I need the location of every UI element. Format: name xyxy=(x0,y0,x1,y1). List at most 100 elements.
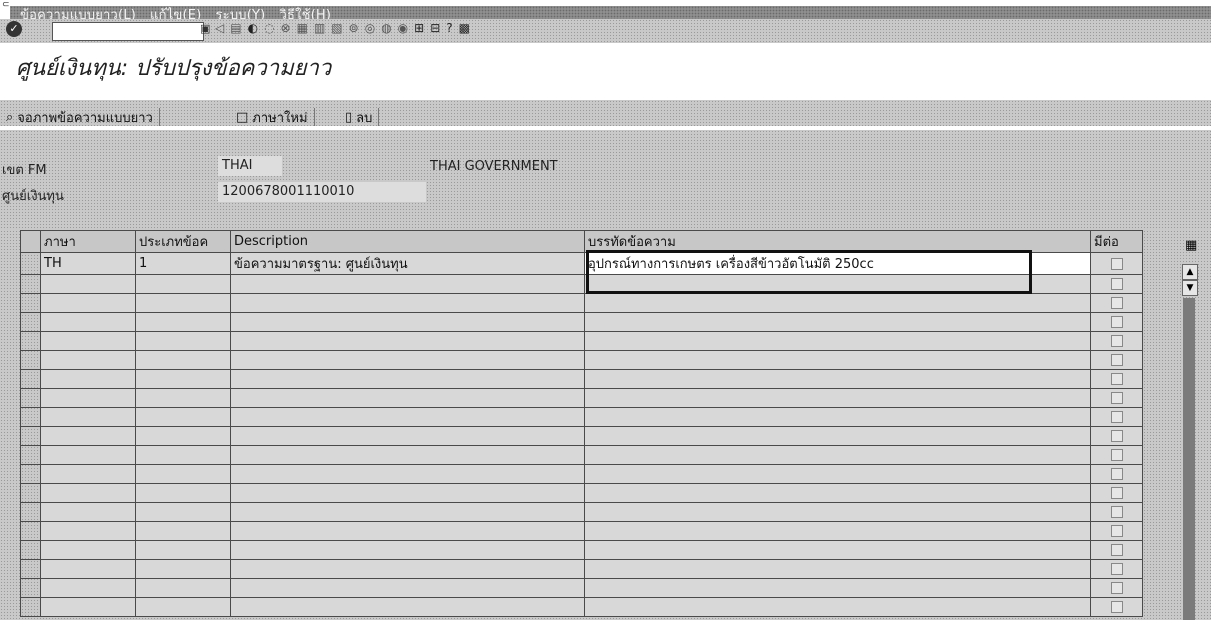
cancel-icon[interactable]: ⊗ xyxy=(281,21,291,35)
text-line-cell[interactable] xyxy=(584,502,1091,522)
row-selector[interactable] xyxy=(20,369,41,389)
find-icon[interactable]: ▥ xyxy=(314,21,325,35)
last-page-icon[interactable]: ◉ xyxy=(398,21,408,35)
row-selector[interactable] xyxy=(20,559,41,579)
new-language-button[interactable]: □ ภาษาใหม่ xyxy=(236,108,315,126)
column-header[interactable]: Description xyxy=(230,230,585,253)
command-field[interactable] xyxy=(52,22,204,41)
delete-button[interactable]: ▯ ลบ xyxy=(345,108,380,126)
command-history-icon[interactable]: ▣ xyxy=(200,22,210,35)
table-row-empty xyxy=(20,426,1143,446)
continued-checkbox[interactable] xyxy=(1110,373,1123,385)
text-line-cell[interactable] xyxy=(584,407,1091,427)
enter-icon[interactable]: ✓ xyxy=(6,21,22,37)
row-selector[interactable] xyxy=(20,597,41,617)
text-line-cell[interactable] xyxy=(584,559,1091,579)
continued-cell xyxy=(1090,559,1143,579)
text-line-cell[interactable] xyxy=(584,578,1091,598)
row-selector[interactable] xyxy=(20,483,41,503)
continued-checkbox[interactable] xyxy=(1110,525,1123,537)
next-page-icon[interactable]: ◍ xyxy=(381,21,391,35)
continued-checkbox[interactable] xyxy=(1110,449,1123,461)
row-selector[interactable] xyxy=(20,331,41,351)
table-settings-icon[interactable]: ▦ xyxy=(1185,238,1197,253)
row-selector[interactable] xyxy=(20,274,41,294)
row-selector[interactable] xyxy=(20,464,41,484)
row-selector[interactable] xyxy=(20,578,41,598)
text-line-cell[interactable] xyxy=(584,426,1091,446)
back-icon[interactable]: ◐ xyxy=(248,21,258,35)
text-line-cell[interactable] xyxy=(584,483,1091,503)
language-cell xyxy=(40,502,136,522)
continued-checkbox[interactable] xyxy=(1110,468,1123,480)
scroll-track[interactable] xyxy=(1183,298,1195,620)
text-line-cell[interactable] xyxy=(584,350,1091,370)
row-selector[interactable] xyxy=(20,445,41,465)
text-line-cell[interactable] xyxy=(584,293,1091,313)
continued-cell xyxy=(1090,578,1143,598)
row-selector-header[interactable] xyxy=(20,230,41,253)
row-selector[interactable] xyxy=(20,350,41,370)
continued-cell xyxy=(1090,407,1143,427)
prev-icon[interactable]: ◁ xyxy=(215,21,224,35)
type-cell xyxy=(135,388,231,408)
display-longtext-button[interactable]: ⌕ จอภาพข้อความแบบยาว xyxy=(6,108,160,126)
text-line-cell[interactable] xyxy=(584,312,1091,332)
language-cell xyxy=(40,350,136,370)
language-cell xyxy=(40,293,136,313)
first-page-icon[interactable]: ⊚ xyxy=(349,21,359,35)
text-line-cell[interactable] xyxy=(584,331,1091,351)
continued-checkbox[interactable] xyxy=(1110,582,1123,594)
continued-checkbox[interactable] xyxy=(1110,506,1123,518)
save-icon[interactable]: ▤ xyxy=(230,21,241,35)
continued-checkbox[interactable] xyxy=(1110,411,1123,423)
continued-checkbox[interactable] xyxy=(1110,278,1123,290)
column-header[interactable]: ภาษา xyxy=(40,230,136,253)
row-selector[interactable] xyxy=(20,388,41,408)
prev-page-icon[interactable]: ◎ xyxy=(365,21,375,35)
find-next-icon[interactable]: ▧ xyxy=(331,21,342,35)
row-selector[interactable] xyxy=(20,426,41,446)
continued-checkbox[interactable] xyxy=(1110,316,1123,328)
language-cell xyxy=(40,521,136,541)
help-icon[interactable]: ? xyxy=(446,21,452,35)
column-header[interactable]: ประเภทข้อค xyxy=(135,230,231,253)
scroll-down-icon[interactable]: ▼ xyxy=(1182,280,1198,296)
description-cell xyxy=(230,293,585,313)
row-selector[interactable] xyxy=(20,502,41,522)
exit-icon[interactable]: ◌ xyxy=(264,21,274,35)
layout-menu-icon[interactable]: ▩ xyxy=(459,21,470,35)
text-line-cell[interactable] xyxy=(584,388,1091,408)
row-selector[interactable] xyxy=(20,407,41,427)
system-menu-icon[interactable]: ⊂ xyxy=(2,0,10,10)
continued-checkbox[interactable] xyxy=(1110,487,1123,499)
print-icon[interactable]: ▦ xyxy=(297,21,308,35)
continued-checkbox[interactable] xyxy=(1110,563,1123,575)
continued-checkbox[interactable] xyxy=(1110,354,1123,366)
text-line-cell[interactable] xyxy=(584,369,1091,389)
continued-checkbox[interactable] xyxy=(1110,601,1123,613)
text-line-cell[interactable] xyxy=(584,464,1091,484)
language-cell xyxy=(40,331,136,351)
continued-checkbox[interactable] xyxy=(1110,430,1123,442)
text-line-cell[interactable] xyxy=(584,597,1091,617)
scroll-up-icon[interactable]: ▲ xyxy=(1182,264,1198,280)
text-line-cell[interactable] xyxy=(584,445,1091,465)
row-selector[interactable] xyxy=(20,540,41,560)
row-selector[interactable] xyxy=(20,293,41,313)
continued-cell xyxy=(1090,388,1143,408)
new-session-icon[interactable]: ⊞ xyxy=(414,21,424,35)
continued-checkbox[interactable] xyxy=(1110,297,1123,309)
row-selector[interactable] xyxy=(20,521,41,541)
text-line-cell[interactable] xyxy=(584,540,1091,560)
text-line-cell[interactable] xyxy=(584,521,1091,541)
column-header[interactable]: มีต่อ xyxy=(1090,230,1143,253)
shortcut-icon[interactable]: ⊟ xyxy=(430,21,440,35)
continued-checkbox[interactable] xyxy=(1110,257,1123,270)
row-selector[interactable] xyxy=(20,312,41,332)
continued-checkbox[interactable] xyxy=(1110,544,1123,556)
row-selector[interactable] xyxy=(20,252,41,275)
continued-checkbox[interactable] xyxy=(1110,335,1123,347)
vertical-scrollbar[interactable]: ▲ ▼ xyxy=(1180,238,1200,620)
continued-checkbox[interactable] xyxy=(1110,392,1123,404)
